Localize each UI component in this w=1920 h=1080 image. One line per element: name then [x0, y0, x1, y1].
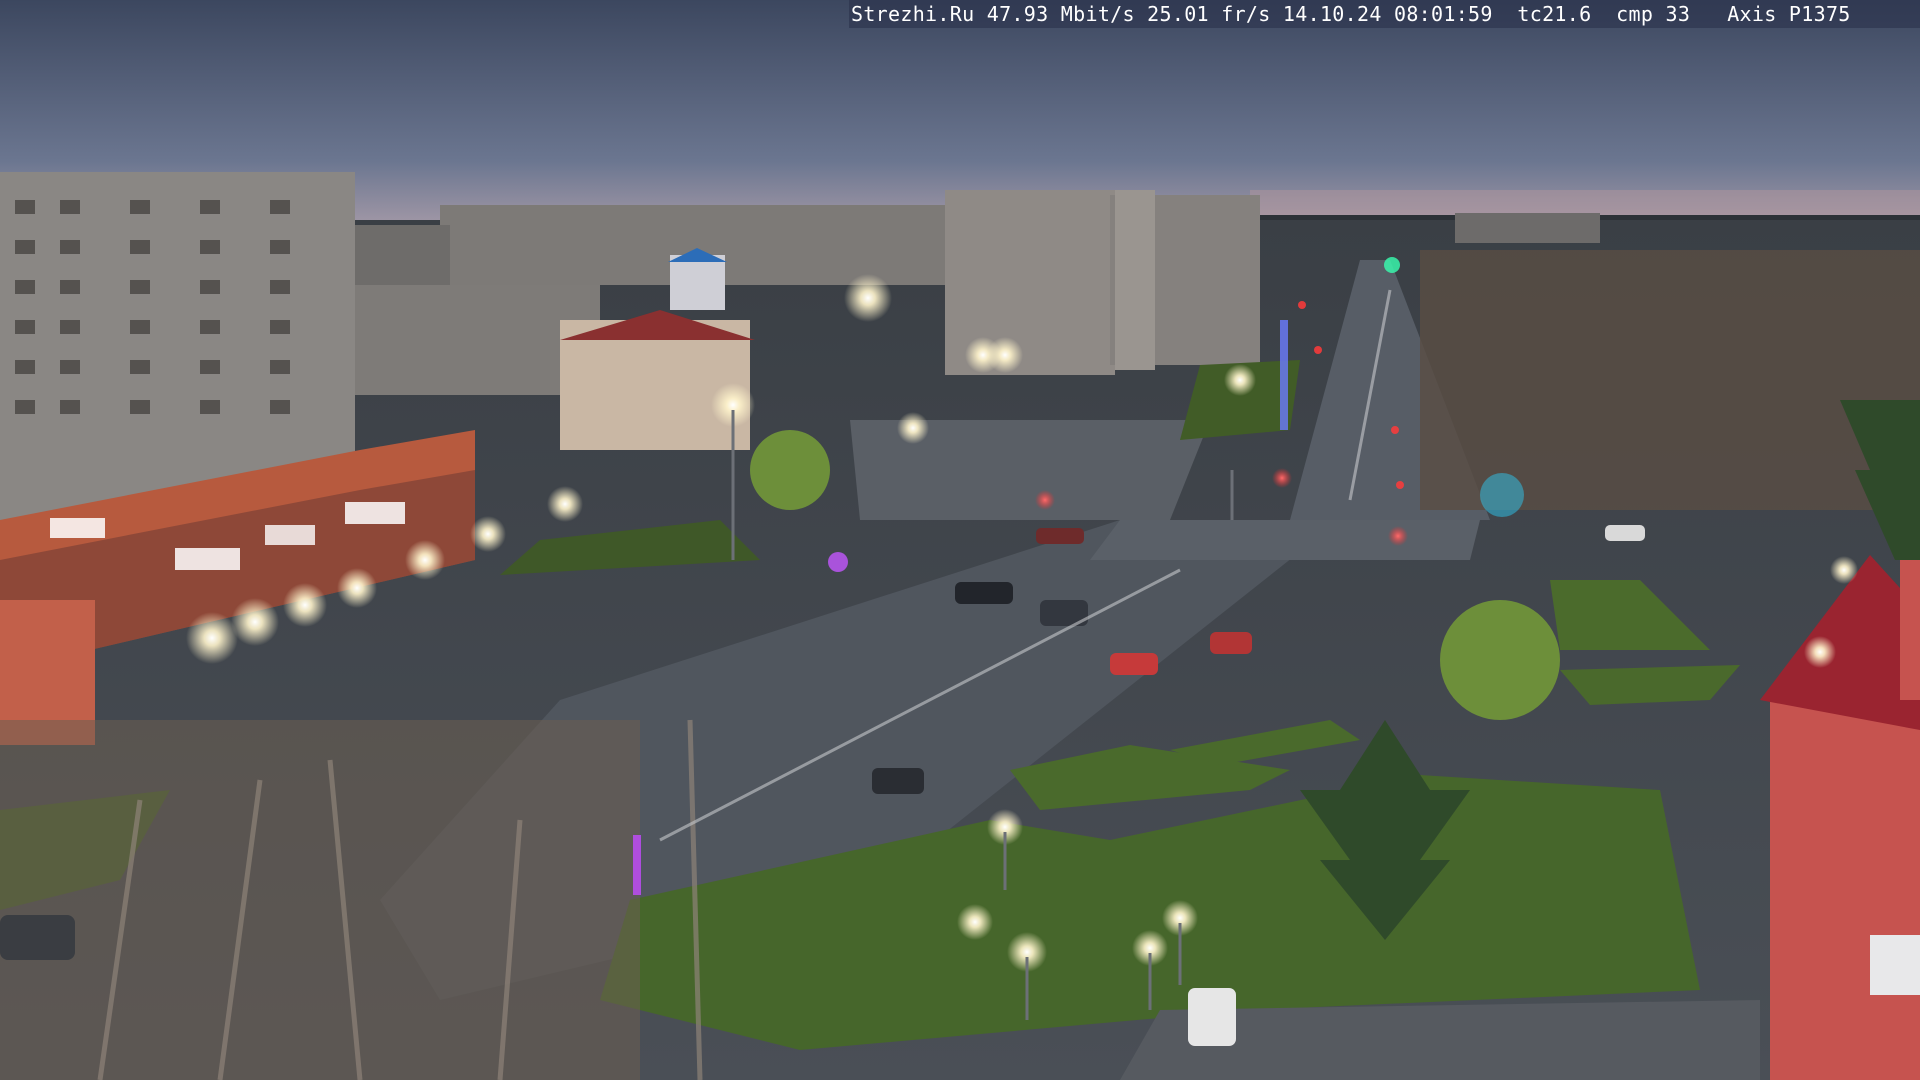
street-scene-image [0, 0, 1920, 1080]
webcam-view: Strezhi.Ru 47.93 Mbit/s 25.01 fr/s 14.10… [0, 0, 1920, 1080]
camera-info-overlay: Strezhi.Ru 47.93 Mbit/s 25.01 fr/s 14.10… [849, 0, 1920, 28]
